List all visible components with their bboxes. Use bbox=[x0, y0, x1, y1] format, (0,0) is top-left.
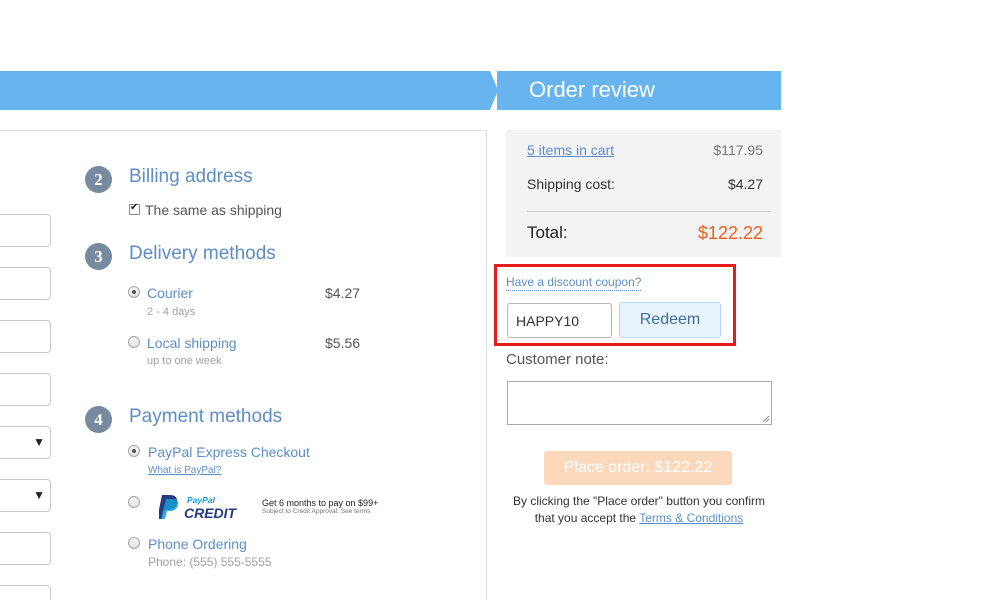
terms-disclaimer: By clicking the "Place order" button you… bbox=[506, 493, 772, 527]
paypal-credit-logo: PayPal CREDIT bbox=[159, 495, 238, 520]
paypal-credit-radio[interactable] bbox=[128, 496, 140, 508]
courier-duration: 2 - 4 days bbox=[147, 306, 196, 318]
step-number-badge: 3 bbox=[85, 243, 112, 270]
courier-label[interactable]: Courier bbox=[147, 284, 193, 302]
step-number-badge: 4 bbox=[85, 406, 112, 433]
terms-and-conditions-link[interactable]: Terms & Conditions bbox=[639, 511, 743, 525]
shipping-cost-label: Shipping cost: bbox=[527, 176, 615, 192]
items-in-cart-link[interactable]: 5 items in cart bbox=[527, 141, 614, 159]
discount-coupon-link[interactable]: Have a discount coupon? bbox=[506, 274, 642, 291]
summary-divider bbox=[527, 211, 771, 212]
shipping-text-field[interactable] bbox=[0, 267, 51, 300]
total-label: Total: bbox=[527, 223, 568, 242]
paypal-express-radio[interactable] bbox=[128, 445, 140, 457]
shipping-text-field[interactable] bbox=[0, 373, 51, 406]
shipping-cost-value: $4.27 bbox=[727, 176, 763, 192]
customer-note-textarea[interactable] bbox=[507, 381, 772, 425]
step-number-badge: 2 bbox=[85, 166, 112, 193]
customer-note-label: Customer note: bbox=[506, 351, 609, 368]
phone-ordering-label[interactable]: Phone Ordering bbox=[148, 535, 247, 553]
same-as-shipping-label: The same as shipping bbox=[145, 202, 282, 218]
place-order-button[interactable]: Place order: $122.22 bbox=[544, 451, 732, 485]
billing-section-title: Billing address bbox=[129, 166, 253, 187]
same-as-shipping-checkbox[interactable] bbox=[129, 202, 140, 215]
resize-grip-icon[interactable] bbox=[762, 415, 770, 423]
delivery-section-title: Delivery methods bbox=[129, 243, 276, 264]
phone-ordering-radio[interactable] bbox=[128, 537, 140, 549]
paypal-credit-logo-top: PayPal bbox=[187, 495, 216, 505]
dropdown-caret-icon: ▼ bbox=[33, 435, 45, 449]
redeem-button[interactable]: Redeem bbox=[619, 302, 721, 338]
shipping-text-field[interactable] bbox=[0, 585, 51, 600]
local-shipping-duration: up to one week bbox=[147, 355, 222, 367]
what-is-paypal-link[interactable]: What is PayPal? bbox=[148, 464, 221, 477]
shipping-select-field[interactable]: ▼ bbox=[0, 479, 51, 512]
paypal-credit-offer-terms: Subject to Credit Approval. See terms bbox=[262, 508, 371, 515]
courier-radio[interactable] bbox=[128, 286, 140, 298]
coupon-code-input[interactable] bbox=[507, 303, 612, 338]
total-value: $122.22 bbox=[697, 223, 763, 243]
local-shipping-label[interactable]: Local shipping bbox=[147, 334, 237, 352]
shipping-text-field[interactable] bbox=[0, 532, 51, 565]
phone-ordering-number: Phone: (555) 555-5555 bbox=[148, 555, 272, 569]
courier-price: $4.27 bbox=[325, 285, 361, 301]
shipping-text-field[interactable] bbox=[0, 320, 51, 353]
shipping-text-field[interactable] bbox=[0, 214, 51, 247]
payment-section-title: Payment methods bbox=[129, 406, 283, 427]
dropdown-caret-icon: ▼ bbox=[33, 488, 45, 502]
progress-banner-previous-step bbox=[0, 71, 490, 110]
local-shipping-price: $5.56 bbox=[325, 335, 361, 351]
paypal-express-label[interactable]: PayPal Express Checkout bbox=[148, 443, 310, 461]
paypal-credit-logo-bottom: CREDIT bbox=[184, 505, 238, 520]
page-title: Order review bbox=[529, 77, 655, 102]
shipping-select-field[interactable]: ▼ bbox=[0, 426, 51, 459]
cart-subtotal: $117.95 bbox=[713, 142, 763, 158]
local-shipping-radio[interactable] bbox=[128, 336, 140, 348]
